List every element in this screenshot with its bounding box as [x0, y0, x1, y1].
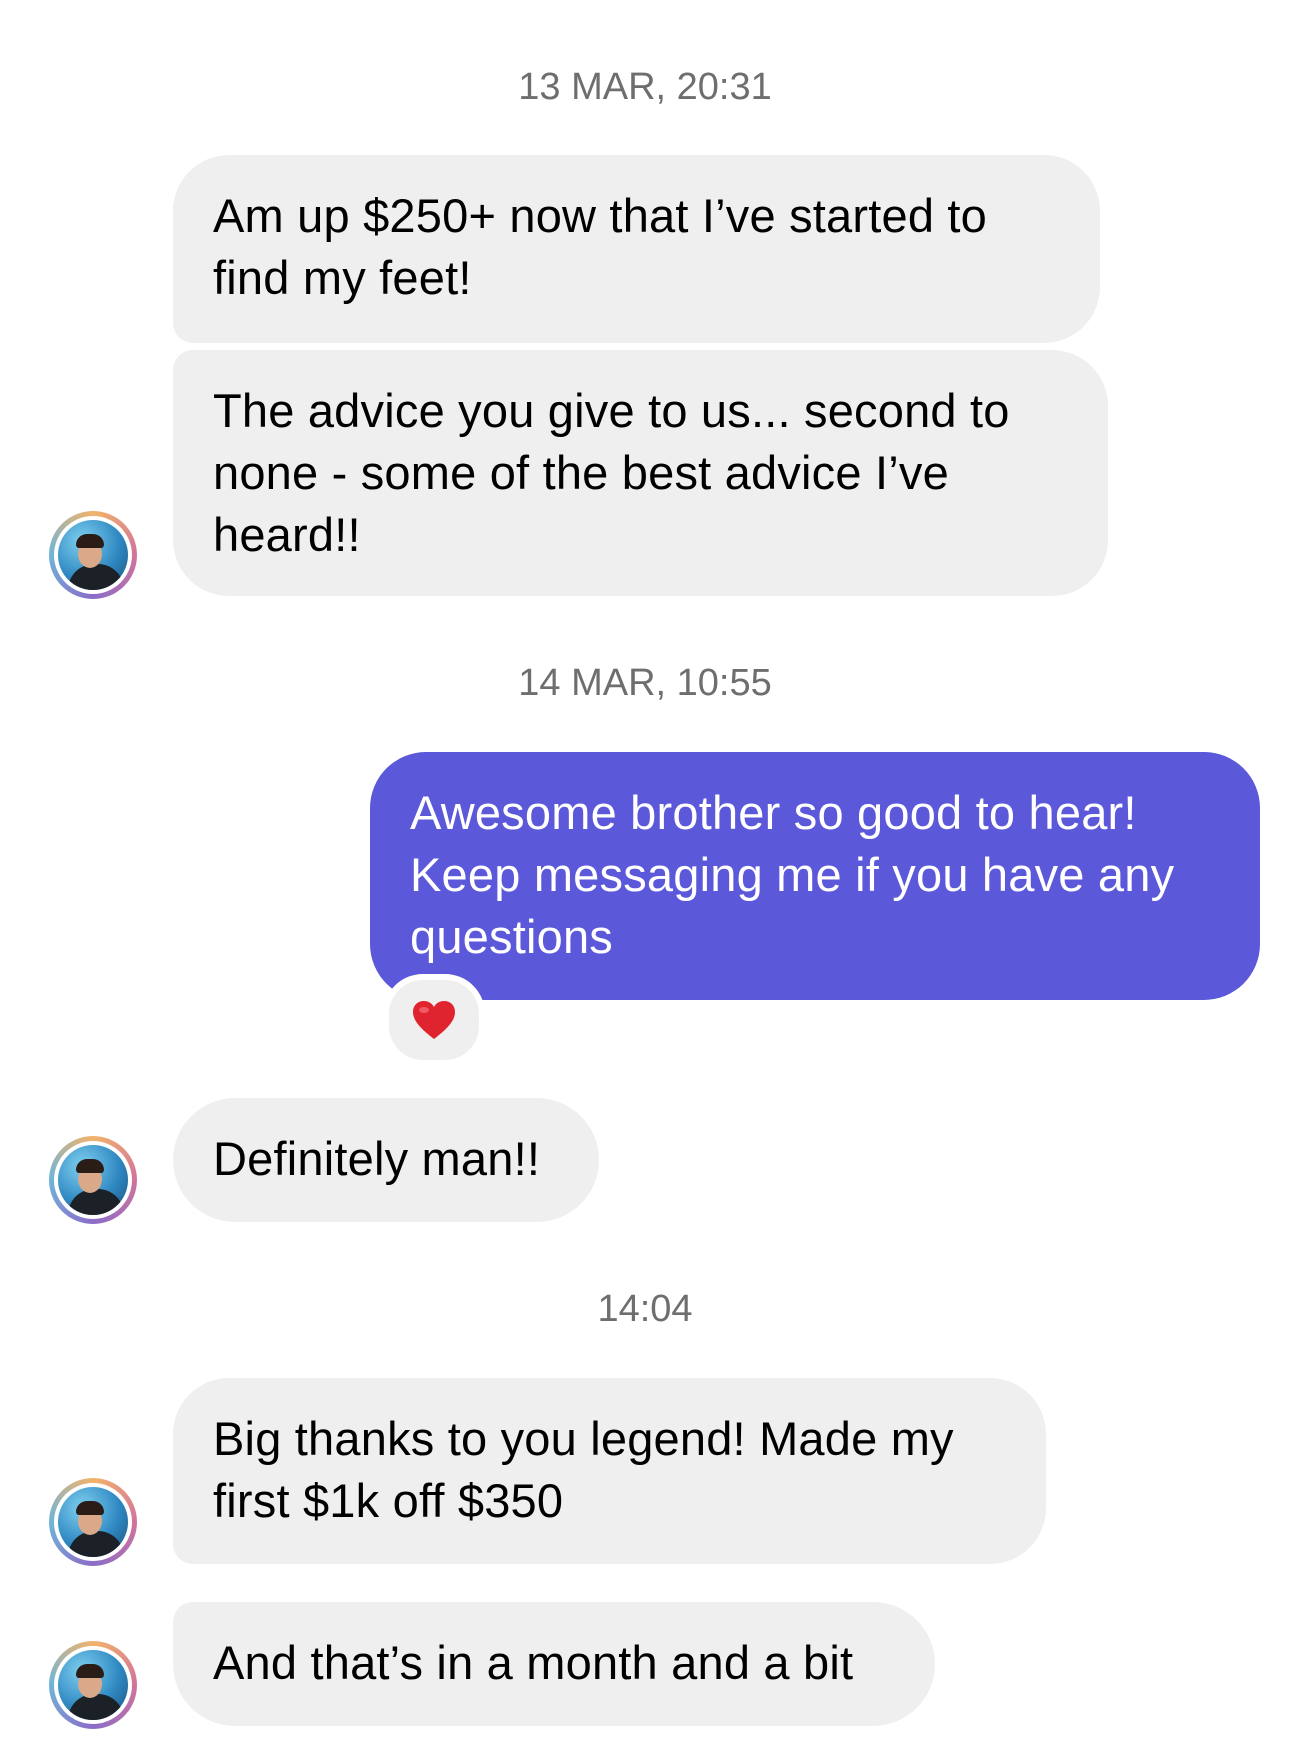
timestamp: 13 MAR, 20:31 — [518, 66, 772, 108]
avatar-photo — [58, 1145, 128, 1215]
message-bubble-incoming[interactable]: The advice you give to us... second to n… — [173, 350, 1108, 596]
avatar-photo — [58, 1487, 128, 1557]
sender-avatar[interactable] — [49, 1136, 137, 1224]
message-text: Awesome brother so good to hear! Keep me… — [410, 786, 1175, 963]
message-bubble-incoming[interactable]: Definitely man!! — [173, 1098, 599, 1222]
message-bubble-incoming[interactable]: Am up $250+ now that I’ve started to fin… — [173, 155, 1100, 343]
message-text: And that’s in a month and a bit — [213, 1636, 854, 1689]
message-text: Definitely man!! — [213, 1132, 541, 1185]
sender-avatar[interactable] — [49, 511, 137, 599]
message-bubble-outgoing[interactable]: Awesome brother so good to hear! Keep me… — [370, 752, 1260, 1000]
avatar-photo — [58, 520, 128, 590]
message-text: The advice you give to us... second to n… — [213, 384, 1010, 561]
sender-avatar[interactable] — [49, 1641, 137, 1729]
sender-avatar[interactable] — [49, 1478, 137, 1566]
message-bubble-incoming[interactable]: Big thanks to you legend! Made my first … — [173, 1378, 1046, 1564]
timestamp: 14:04 — [597, 1288, 693, 1330]
message-text: Big thanks to you legend! Made my first … — [213, 1412, 954, 1527]
timestamp: 14 MAR, 10:55 — [518, 662, 772, 704]
message-bubble-incoming[interactable]: And that’s in a month and a bit — [173, 1602, 935, 1726]
red-heart-icon — [413, 1001, 455, 1039]
message-text: Am up $250+ now that I’ve started to fin… — [213, 189, 988, 304]
avatar-photo — [58, 1650, 128, 1720]
reaction-badge[interactable] — [383, 974, 485, 1066]
